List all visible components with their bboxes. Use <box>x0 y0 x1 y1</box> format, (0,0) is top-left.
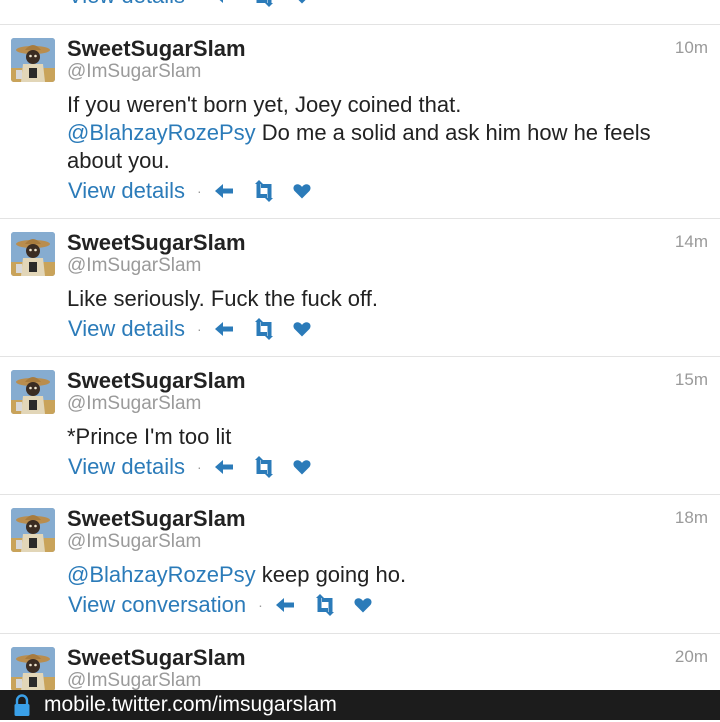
tweet-timeline: View details · SweetSugarSlam @ImSugarSl… <box>0 0 720 690</box>
favorite-icon[interactable] <box>292 317 312 341</box>
tweet-item[interactable]: SweetSugarSlam @ImSugarSlam 18m @Blahzay… <box>0 495 720 634</box>
url-text[interactable]: mobile.twitter.com/imsugarslam <box>44 693 337 717</box>
user-name[interactable]: SweetSugarSlam <box>67 368 246 394</box>
retweet-icon[interactable] <box>250 179 278 203</box>
tweet-time: 14m <box>674 232 708 251</box>
favorite-icon[interactable] <box>353 593 373 617</box>
separator-dot: · <box>258 597 263 613</box>
tweet-item[interactable]: SweetSugarSlam @ImSugarSlam 10m If you w… <box>0 25 720 219</box>
reply-icon[interactable] <box>212 455 236 479</box>
avatar[interactable] <box>11 370 55 414</box>
separator-dot: · <box>197 183 202 199</box>
mention-link[interactable]: @BlahzayRozePsy <box>67 562 256 587</box>
avatar[interactable] <box>11 38 55 82</box>
user-name[interactable]: SweetSugarSlam <box>67 36 246 62</box>
user-name[interactable]: SweetSugarSlam <box>67 230 246 256</box>
tweet-actions: View details · <box>68 0 326 10</box>
tweet-text: Like seriously. Fuck the fuck off. <box>67 286 378 311</box>
user-handle[interactable]: @ImSugarSlam <box>67 531 201 553</box>
reply-icon[interactable] <box>273 593 297 617</box>
tweet-text: *Prince I'm too lit <box>67 424 232 449</box>
retweet-icon[interactable] <box>250 0 278 8</box>
separator-dot: · <box>197 459 202 475</box>
tweet-item[interactable]: SweetSugarSlam @ImSugarSlam 15m *Prince … <box>0 357 720 495</box>
user-handle[interactable]: @ImSugarSlam <box>67 61 201 83</box>
reply-icon[interactable] <box>212 0 236 8</box>
retweet-icon[interactable] <box>250 455 278 479</box>
tweet-time: 10m <box>674 38 708 57</box>
avatar[interactable] <box>11 508 55 552</box>
view-details-link[interactable]: View details <box>68 316 185 342</box>
reply-icon[interactable] <box>212 317 236 341</box>
tweet-text-part: keep going ho. <box>255 562 407 587</box>
user-name[interactable]: SweetSugarSlam <box>67 506 246 532</box>
tweet-text: If you weren't born yet, Joey coined tha… <box>67 91 707 175</box>
favorite-icon[interactable] <box>292 455 312 479</box>
browser-url-bar[interactable]: mobile.twitter.com/imsugarslam <box>0 690 720 720</box>
tweet-actions: View details · <box>68 177 326 205</box>
tweet-actions: View details · <box>68 315 326 343</box>
retweet-icon[interactable] <box>311 593 339 617</box>
tweet-text: @BlahzayRozePsy keep going ho. <box>67 561 707 589</box>
view-details-link[interactable]: View details <box>68 0 185 9</box>
favorite-icon[interactable] <box>292 0 312 8</box>
user-handle[interactable]: @ImSugarSlam <box>67 255 201 277</box>
tweet-actions: View details · <box>68 453 326 481</box>
view-details-link[interactable]: View details <box>68 454 185 480</box>
tweet-time: 18m <box>674 508 708 527</box>
reply-icon[interactable] <box>212 179 236 203</box>
separator-dot: · <box>197 0 202 4</box>
tweet-time: 20m <box>674 647 708 666</box>
partial-tweet: View details · <box>0 0 720 25</box>
lock-icon <box>10 693 34 717</box>
tweet-item[interactable]: SweetSugarSlam @ImSugarSlam 14m Like ser… <box>0 219 720 357</box>
tweet-time: 15m <box>674 370 708 389</box>
retweet-icon[interactable] <box>250 317 278 341</box>
user-handle[interactable]: @ImSugarSlam <box>67 670 201 690</box>
view-conversation-link[interactable]: View conversation <box>68 592 246 618</box>
avatar[interactable] <box>11 232 55 276</box>
mention-link[interactable]: @BlahzayRozePsy <box>67 120 256 145</box>
tweet-text-part: If you weren't born yet, Joey coined tha… <box>67 92 462 117</box>
separator-dot: · <box>197 321 202 337</box>
favorite-icon[interactable] <box>292 179 312 203</box>
avatar[interactable] <box>11 647 55 690</box>
view-details-link[interactable]: View details <box>68 178 185 204</box>
tweet-item[interactable]: SweetSugarSlam @ImSugarSlam 20m <box>0 634 720 690</box>
tweet-actions: View conversation · <box>68 591 387 619</box>
user-handle[interactable]: @ImSugarSlam <box>67 393 201 415</box>
user-name[interactable]: SweetSugarSlam <box>67 645 246 671</box>
